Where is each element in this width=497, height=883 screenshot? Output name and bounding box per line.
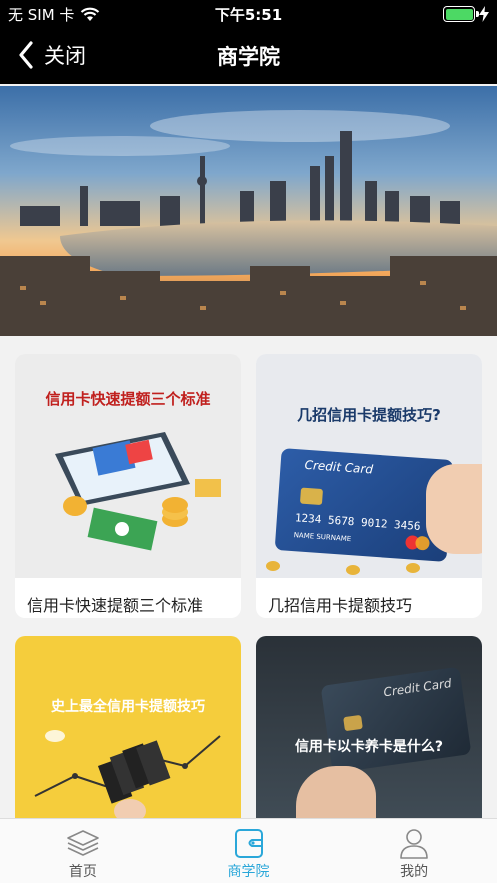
card-title: 信用卡快速提额三个标准 (27, 596, 204, 615)
wallet-icon (234, 829, 263, 858)
card-image: 史上最全信用卡提额技巧 (15, 636, 241, 818)
card-banner-text: 几招信用卡提额技巧? (297, 406, 441, 424)
hero-banner[interactable] (0, 86, 497, 336)
tab-label: 商学院 (227, 864, 270, 880)
layers-icon (67, 830, 99, 856)
card-image: Credit Card 信用卡以卡养卡是什么? (256, 636, 482, 818)
status-right (443, 6, 489, 22)
tab-bar: 首页 商学院 我的 (0, 818, 497, 883)
card-chip (299, 487, 324, 506)
article-card[interactable]: 史上最全信用卡提额技巧 (15, 636, 241, 818)
charging-bolt-icon (479, 6, 489, 22)
credit-card-image: Credit Card (320, 666, 472, 774)
card-title: 几招信用卡提额技巧 (268, 596, 413, 615)
article-card[interactable]: Credit Card 信用卡以卡养卡是什么? (256, 636, 482, 818)
growth-chart-illustration (34, 730, 221, 818)
article-card[interactable]: 信用卡快速提额三个标准 信用卡快速提额三个标准 (15, 354, 241, 618)
tab-home[interactable]: 首页 (0, 819, 166, 883)
card-image: 信用卡快速提额三个标准 (15, 354, 241, 578)
article-card[interactable]: 几招信用卡提额技巧? Credit Card 1234 5678 9012 34… (256, 354, 482, 618)
user-icon (400, 829, 428, 859)
card-number-text: 1234 5678 9012 3456 (294, 511, 421, 533)
page-title: 商学院 (217, 45, 280, 69)
card-chip (343, 714, 363, 732)
card-banner-text: 信用卡以卡养卡是什么? (294, 739, 444, 755)
mastercard-logo (405, 535, 430, 551)
battery-fill (445, 8, 473, 20)
nav-bar: 关闭 商学院 (0, 28, 497, 84)
coins-image (256, 559, 482, 578)
tab-label: 我的 (400, 864, 429, 880)
card-brand-text: Credit Card (382, 675, 453, 700)
status-bar: 无 SIM 卡 下午5:51 (0, 0, 497, 28)
card-name-text: NAME SURNAME (293, 531, 352, 544)
card-image: 几招信用卡提额技巧? Credit Card 1234 5678 9012 34… (256, 354, 482, 578)
tablet-illustration (55, 432, 221, 551)
card-brand-text: Credit Card (304, 457, 374, 477)
tab-profile[interactable]: 我的 (331, 819, 497, 883)
hand-image (426, 464, 482, 554)
hand-image (296, 766, 376, 818)
article-grid: 信用卡快速提额三个标准 信用卡快速提额三个标准 几招信用卡提额技巧? Credi… (0, 336, 497, 818)
tab-label: 首页 (68, 864, 97, 880)
battery-icon (443, 6, 479, 22)
tab-business-school[interactable]: 商学院 (166, 819, 332, 883)
status-time: 下午5:51 (214, 6, 283, 24)
city-skyline-image (0, 86, 497, 336)
